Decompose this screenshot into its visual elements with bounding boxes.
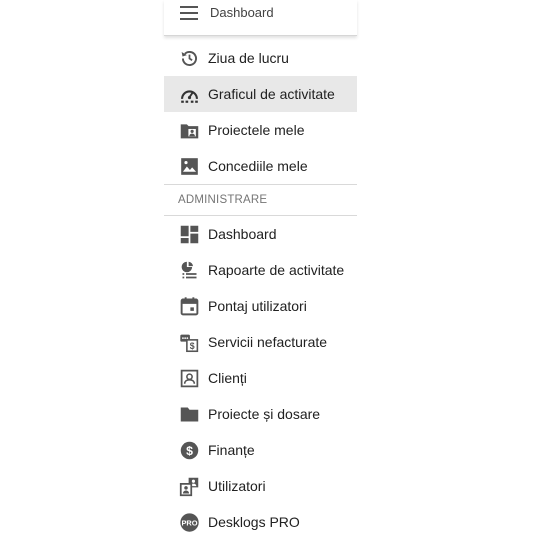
menu-item-label: Proiecte și dosare [208, 406, 321, 422]
svg-text:$: $ [186, 444, 193, 458]
menu-item-label: Proiectele mele [208, 122, 305, 138]
svg-text:$: $ [190, 341, 195, 351]
menu-item-ziua-de-lucru[interactable]: Ziua de lucru [164, 40, 357, 76]
unbilled-services-icon: $ [179, 332, 200, 353]
section-title: ADMINISTRARE [178, 194, 268, 206]
menu-item-label: Clienți [208, 370, 247, 386]
menu-item-label: Graficul de activitate [208, 86, 335, 102]
menu-item-label: Desklogs PRO [208, 514, 300, 530]
menu-item-pontaj-utilizatori[interactable]: Pontaj utilizatori [164, 288, 357, 324]
pro-badge-icon: PRO [179, 512, 200, 533]
menu-item-proiectele-mele[interactable]: Proiectele mele [164, 112, 357, 148]
svg-text:PRO: PRO [181, 518, 197, 527]
menu-item-utilizatori[interactable]: Utilizatori [164, 468, 357, 504]
menu-item-proiecte-si-dosare[interactable]: Proiecte și dosare [164, 396, 357, 432]
users-icon [179, 476, 200, 497]
navigation-drawer: Dashboard Ziua de lucru Graficul de acti… [164, 0, 357, 540]
menu-item-finante[interactable]: $ Finanțe [164, 432, 357, 468]
menu-item-label: Pontaj utilizatori [208, 298, 307, 314]
speedometer-icon [179, 84, 200, 105]
report-list-icon [179, 260, 200, 281]
menu-item-label: Servicii nefacturate [208, 334, 328, 350]
menu-item-label: Rapoarte de activitate [208, 262, 345, 278]
calendar-icon [179, 296, 200, 317]
drawer-title: Dashboard [210, 5, 274, 20]
menu-item-servicii-nefacturate[interactable]: $ Servicii nefacturate [164, 324, 357, 360]
menu-item-label: Utilizatori [208, 478, 266, 494]
drawer-header: Dashboard [164, 0, 357, 36]
menu-item-label: Finanțe [208, 442, 255, 458]
menu-item-clienti[interactable]: Clienți [164, 360, 357, 396]
menu-item-dashboard[interactable]: Dashboard [164, 216, 357, 252]
menu-item-desklogs-pro[interactable]: PRO Desklogs PRO [164, 504, 357, 540]
menu-item-label: Dashboard [208, 226, 277, 242]
folder-user-icon [179, 120, 200, 141]
section-header-administrare: ADMINISTRARE [164, 185, 357, 215]
menu-item-graficul-de-activitate[interactable]: Graficul de activitate [164, 76, 357, 112]
history-clock-icon [179, 48, 200, 69]
menu-item-rapoarte-de-activitate[interactable]: Rapoarte de activitate [164, 252, 357, 288]
hamburger-menu-icon[interactable] [180, 6, 198, 20]
menu-item-label: Ziua de lucru [208, 50, 289, 66]
contact-card-icon [179, 368, 200, 389]
menu-item-concediile-mele[interactable]: Concediile mele [164, 148, 357, 184]
folder-icon [179, 404, 200, 425]
menu-item-label: Concediile mele [208, 158, 308, 174]
dashboard-tiles-icon [179, 224, 200, 245]
dollar-circle-icon: $ [179, 440, 200, 461]
image-landscape-icon [179, 156, 200, 177]
